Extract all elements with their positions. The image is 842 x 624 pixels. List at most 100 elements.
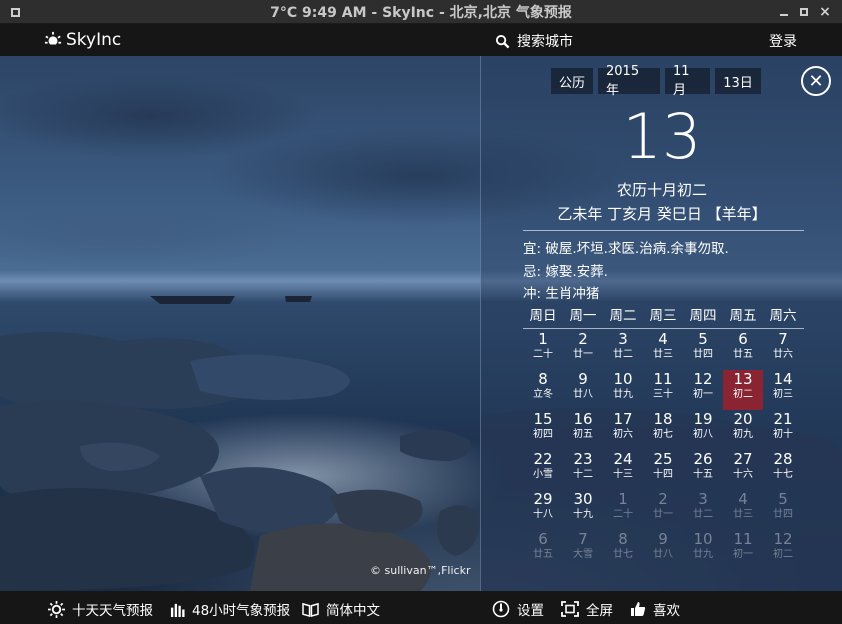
calendar-day[interactable]: 6 廿五	[723, 330, 763, 370]
day-number: 28	[773, 450, 793, 468]
calendar-day[interactable]: 23 十二	[563, 450, 603, 490]
calendar-day[interactable]: 8 立冬	[523, 370, 563, 410]
day-number: 6	[738, 330, 748, 348]
calendar-day[interactable]: 15 初四	[523, 410, 563, 450]
lunar-day: 廿六	[773, 349, 793, 360]
lunar-day: 廿四	[693, 349, 713, 360]
year-select[interactable]: 2015年	[598, 64, 660, 98]
month-select[interactable]: 11月	[665, 64, 710, 98]
divider	[523, 230, 804, 231]
calendar-day[interactable]: 10 廿九	[603, 370, 643, 410]
calendar-day[interactable]: 3 廿二	[603, 330, 643, 370]
weekday-label: 周五	[729, 308, 757, 324]
window-menu-button[interactable]	[8, 5, 22, 19]
forecast-10day-button[interactable]: 十天天气预报	[48, 599, 153, 619]
lunar-day: 廿一	[573, 349, 593, 360]
search-label: 搜索城市	[517, 34, 573, 50]
day-number: 11	[653, 370, 673, 388]
close-calendar-button[interactable]: ✕	[801, 66, 831, 96]
day-number: 20	[733, 410, 753, 428]
lunar-day: 初七	[653, 429, 673, 440]
calendar-day[interactable]: 1 二十	[523, 330, 563, 370]
lunar-day: 廿九	[613, 389, 633, 400]
day-number: 29	[533, 490, 553, 508]
login-link[interactable]: 登录	[769, 31, 797, 51]
calendar-day[interactable]: 2 廿一	[563, 330, 603, 370]
lunar-day: 廿四	[773, 509, 793, 520]
calendar-day[interactable]: 9 廿八	[643, 530, 683, 570]
lunar-day: 立冬	[533, 389, 553, 400]
day-number: 12	[693, 370, 713, 388]
calendar-day[interactable]: 25 十四	[643, 450, 683, 490]
calendar-day[interactable]: 4 廿三	[723, 490, 763, 530]
calendar-day[interactable]: 18 初七	[643, 410, 683, 450]
selected-day-number: 13	[622, 100, 702, 173]
day-number: 3	[698, 490, 708, 508]
calendar-day[interactable]: 7 大雪	[563, 530, 603, 570]
settings-button[interactable]: 设置	[492, 599, 544, 619]
calendar-day[interactable]: 8 廿七	[603, 530, 643, 570]
lunar-day: 廿八	[653, 549, 673, 560]
lunar-day: 廿二	[693, 509, 713, 520]
day-number: 17	[613, 410, 633, 428]
lunar-day: 初九	[733, 429, 753, 440]
lunar-day: 廿三	[653, 349, 673, 360]
language-button[interactable]: 简体中文	[302, 599, 380, 619]
lunar-day: 十七	[773, 469, 793, 480]
lunar-day: 初四	[533, 429, 553, 440]
close-window-button[interactable]: ×	[818, 4, 832, 20]
weekday-label: 周四	[689, 308, 717, 324]
calendar-day[interactable]: 22 小雪	[523, 450, 563, 490]
day-number: 26	[693, 450, 713, 468]
calendar-day[interactable]: 11 初一	[723, 530, 763, 570]
calendar-panel: 公历 2015年 11月 13日 ✕ 13 农历十月初二 乙未年 丁亥月 癸巳日…	[480, 56, 842, 591]
weekday-label: 周一	[569, 308, 597, 324]
calendar-day-today[interactable]: 13 初二	[723, 370, 763, 410]
calendar-day[interactable]: 6 廿五	[523, 530, 563, 570]
calendar-day[interactable]: 28 十七	[763, 450, 803, 490]
calendar-day[interactable]: 4 廿三	[643, 330, 683, 370]
calendar-day[interactable]: 10 廿九	[683, 530, 723, 570]
language-label: 简体中文	[326, 603, 380, 619]
fullscreen-button[interactable]: 全屏	[561, 599, 613, 619]
calendar-day[interactable]: 5 廿四	[763, 490, 803, 530]
calendar-day[interactable]: 19 初八	[683, 410, 723, 450]
day-number: 3	[618, 330, 628, 348]
calendar-day[interactable]: 11 三十	[643, 370, 683, 410]
lunar-day: 初十	[773, 429, 793, 440]
lunar-day: 十六	[733, 469, 753, 480]
calendar-day[interactable]: 21 初十	[763, 410, 803, 450]
calendar-type-select[interactable]: 公历	[551, 68, 593, 94]
calendar-day[interactable]: 24 十三	[603, 450, 643, 490]
app-header: SkyInc 搜索城市 登录	[0, 24, 842, 56]
calendar-day[interactable]: 20 初九	[723, 410, 763, 450]
calendar-day[interactable]: 17 初六	[603, 410, 643, 450]
calendar-day[interactable]: 30 十九	[563, 490, 603, 530]
calendar-day[interactable]: 3 廿二	[683, 490, 723, 530]
forecast-48h-button[interactable]: 48小时气象预报	[170, 599, 290, 619]
calendar-day[interactable]: 9 廿八	[563, 370, 603, 410]
day-number: 19	[693, 410, 713, 428]
day-number: 11	[733, 530, 753, 548]
calendar-day[interactable]: 1 二十	[603, 490, 643, 530]
calendar-day[interactable]: 5 廿四	[683, 330, 723, 370]
gauge-icon	[492, 600, 510, 618]
calendar-day[interactable]: 12 初二	[763, 530, 803, 570]
day-number: 25	[653, 450, 673, 468]
calendar-day[interactable]: 26 十五	[683, 450, 723, 490]
day-select[interactable]: 13日	[715, 68, 761, 94]
calendar-day[interactable]: 16 初五	[563, 410, 603, 450]
calendar-day[interactable]: 27 十六	[723, 450, 763, 490]
day-number: 7	[778, 330, 788, 348]
day-number: 8	[618, 530, 628, 548]
like-button[interactable]: 喜欢	[630, 599, 680, 619]
search-city-button[interactable]: 搜索城市	[495, 31, 573, 51]
calendar-day[interactable]: 7 廿六	[763, 330, 803, 370]
calendar-day[interactable]: 29 十八	[523, 490, 563, 530]
maximize-button[interactable]	[797, 5, 811, 19]
minimize-button[interactable]	[777, 5, 791, 19]
calendar-day[interactable]: 12 初一	[683, 370, 723, 410]
calendar-day[interactable]: 2 廿一	[643, 490, 683, 530]
like-label: 喜欢	[653, 603, 680, 619]
calendar-day[interactable]: 14 初三	[763, 370, 803, 410]
